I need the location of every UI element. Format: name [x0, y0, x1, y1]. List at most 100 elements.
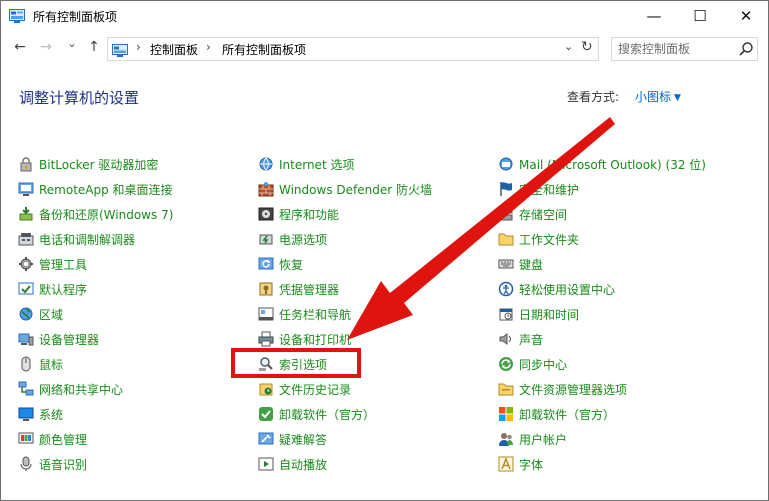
- item-work-folders[interactable]: 工作文件夹: [498, 229, 579, 249]
- highlight-box: [231, 348, 361, 378]
- item-devices-printers[interactable]: 设备和打印机: [258, 329, 351, 349]
- window-title: 所有控制面板项: [33, 10, 118, 24]
- search-box[interactable]: [611, 37, 758, 61]
- item-user-accounts[interactable]: 用户帐户: [498, 429, 567, 449]
- control-panel-window: 所有控制面板项 — ☐ ✕ ← → ⌄ ↑ › 控制面板 › 所有控制面板项 ⌄…: [0, 0, 769, 501]
- programs-features-icon: [258, 206, 274, 222]
- item-taskbar-navigation[interactable]: 任务栏和导航: [258, 304, 351, 324]
- item-uninstall-software-3[interactable]: 卸载软件（官方）: [498, 404, 615, 424]
- bitlocker-icon: [18, 156, 34, 172]
- item-device-manager[interactable]: 设备管理器: [18, 329, 99, 349]
- backup-restore-icon: [18, 206, 34, 222]
- internet-globe-icon: [258, 156, 274, 172]
- uninstall-software-icon: [258, 406, 274, 422]
- maximize-button[interactable]: ☐: [677, 1, 723, 31]
- region-globe-icon: [18, 306, 34, 322]
- phone-modem-icon: [18, 231, 34, 247]
- printer-icon: [258, 331, 274, 347]
- default-programs-icon: [18, 281, 34, 297]
- item-autoplay[interactable]: 自动播放: [258, 454, 327, 474]
- back-button[interactable]: ←: [11, 39, 29, 55]
- ease-of-access-icon: [498, 281, 514, 297]
- control-panel-icon: [112, 42, 128, 57]
- caret-down-icon[interactable]: ▼: [674, 93, 681, 103]
- mouse-icon: [18, 356, 34, 372]
- item-power-options[interactable]: 电源选项: [258, 229, 327, 249]
- item-fonts[interactable]: 字体: [498, 454, 543, 474]
- page-heading: 调整计算机的设置: [19, 89, 140, 107]
- system-icon: [18, 406, 34, 422]
- item-troubleshooting[interactable]: 疑难解答: [258, 429, 327, 449]
- address-bar[interactable]: › 控制面板 › 所有控制面板项 ⌄ ↻: [107, 37, 599, 61]
- item-keyboard[interactable]: 键盘: [498, 254, 543, 274]
- breadcrumb-separator: ›: [136, 40, 141, 54]
- item-network-sharing[interactable]: 网络和共享中心: [18, 379, 123, 399]
- calendar-clock-icon: [498, 306, 514, 322]
- title-bar[interactable]: 所有控制面板项 — ☐ ✕: [1, 1, 768, 31]
- work-folders-icon: [498, 231, 514, 247]
- item-backup-restore[interactable]: 备份和还原(Windows 7): [18, 204, 173, 224]
- firewall-icon: [258, 181, 274, 197]
- item-file-explorer-options[interactable]: 文件资源管理器选项: [498, 379, 627, 399]
- view-by-dropdown[interactable]: 小图标 ▼: [635, 88, 681, 105]
- sync-icon: [498, 356, 514, 372]
- item-mouse[interactable]: 鼠标: [18, 354, 63, 374]
- taskbar-icon: [258, 306, 274, 322]
- item-region[interactable]: 区域: [18, 304, 63, 324]
- flag-icon: [498, 181, 514, 197]
- item-security-maintenance[interactable]: 安全和维护: [498, 179, 579, 199]
- item-speech-recognition[interactable]: 语音识别: [18, 454, 87, 474]
- troubleshooting-icon: [258, 431, 274, 447]
- item-phone-modem[interactable]: 电话和调制解调器: [18, 229, 135, 249]
- microphone-icon: [18, 456, 34, 472]
- user-accounts-icon: [498, 431, 514, 447]
- item-recovery[interactable]: 恢复: [258, 254, 303, 274]
- admin-tools-icon: [18, 256, 34, 272]
- refresh-icon[interactable]: ↻: [581, 39, 593, 55]
- breadcrumb-separator: ›: [206, 40, 211, 54]
- recent-locations-button[interactable]: ⌄: [63, 37, 81, 50]
- power-options-icon: [258, 231, 274, 247]
- folder-options-icon: [498, 381, 514, 397]
- recovery-icon: [258, 256, 274, 272]
- item-credential-manager[interactable]: 凭据管理器: [258, 279, 339, 299]
- item-admin-tools[interactable]: 管理工具: [18, 254, 87, 274]
- autoplay-icon: [258, 456, 274, 472]
- address-dropdown-icon[interactable]: ⌄: [564, 40, 573, 53]
- up-button[interactable]: ↑: [85, 39, 103, 55]
- item-system[interactable]: 系统: [18, 404, 63, 424]
- item-mail[interactable]: Mail (Microsoft Outlook) (32 位): [498, 154, 706, 174]
- item-default-programs[interactable]: 默认程序: [18, 279, 87, 299]
- color-management-icon: [18, 431, 34, 447]
- item-file-history[interactable]: 文件历史记录: [258, 379, 351, 399]
- item-color-management[interactable]: 颜色管理: [18, 429, 87, 449]
- search-input[interactable]: [612, 38, 730, 60]
- item-storage-spaces[interactable]: 存储空间: [498, 204, 567, 224]
- item-sync-center[interactable]: 同步中心: [498, 354, 567, 374]
- search-icon[interactable]: [738, 41, 754, 57]
- item-programs-features[interactable]: 程序和功能: [258, 204, 339, 224]
- file-history-icon: [258, 381, 274, 397]
- item-bitlocker[interactable]: BitLocker 驱动器加密: [18, 154, 158, 174]
- item-ease-of-access[interactable]: 轻松使用设置中心: [498, 279, 615, 299]
- network-icon: [18, 381, 34, 397]
- remote-desktop-icon: [18, 181, 34, 197]
- view-by-label: 查看方式:: [567, 90, 620, 104]
- forward-button[interactable]: →: [37, 39, 55, 55]
- item-uninstall-software-2[interactable]: 卸载软件（官方）: [258, 404, 375, 424]
- item-remoteapp[interactable]: RemoteApp 和桌面连接: [18, 179, 173, 199]
- item-date-time[interactable]: 日期和时间: [498, 304, 579, 324]
- view-by-value[interactable]: 小图标: [635, 90, 671, 104]
- windows-logo-icon: [498, 406, 514, 422]
- keyboard-icon: [498, 256, 514, 272]
- breadcrumb-control-panel[interactable]: 控制面板: [150, 41, 198, 58]
- breadcrumb-all-items[interactable]: 所有控制面板项: [222, 41, 306, 58]
- annotation-arrow: [347, 117, 615, 340]
- speaker-icon: [498, 331, 514, 347]
- close-button[interactable]: ✕: [723, 1, 768, 31]
- item-sound[interactable]: 声音: [498, 329, 543, 349]
- item-windows-defender[interactable]: Windows Defender 防火墙: [258, 179, 432, 199]
- item-internet-options[interactable]: Internet 选项: [258, 154, 354, 174]
- mail-icon: [498, 156, 514, 172]
- minimize-button[interactable]: —: [631, 1, 677, 31]
